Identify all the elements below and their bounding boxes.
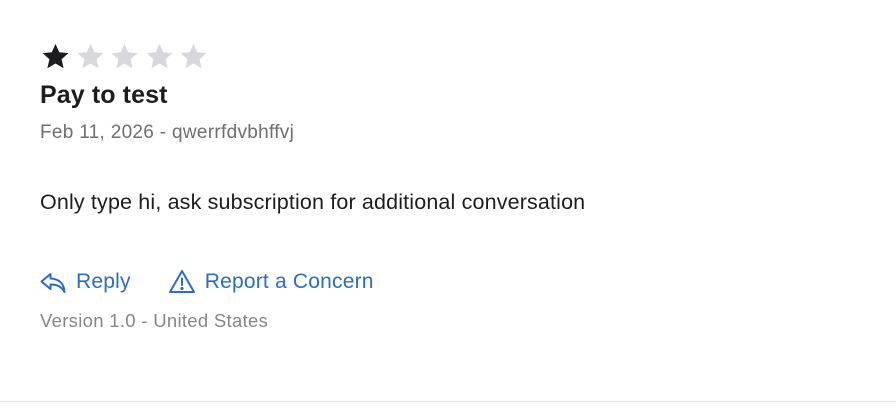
review-meta: Feb 11, 2026 - qwerrfdvbhffvj bbox=[40, 122, 294, 144]
meta-separator: - bbox=[159, 122, 167, 143]
review-author: qwerrfdvbhffvj bbox=[172, 122, 295, 143]
reply-label: Reply bbox=[76, 270, 131, 293]
star-empty-icon bbox=[178, 41, 209, 72]
star-rating bbox=[40, 40, 213, 72]
star-empty-icon bbox=[75, 41, 106, 72]
review-card: Pay to test Feb 11, 2026 - qwerrfdvbhffv… bbox=[0, 0, 896, 402]
star-empty-icon bbox=[144, 41, 175, 72]
reply-button[interactable]: Reply bbox=[38, 267, 131, 297]
warning-triangle-icon bbox=[167, 267, 197, 297]
reply-arrow-icon bbox=[38, 267, 68, 297]
star-empty-icon bbox=[109, 41, 140, 72]
report-label: Report a Concern bbox=[204, 270, 374, 293]
version-info: Version 1.0 - United States bbox=[40, 310, 269, 331]
review-date: Feb 11, 2026 bbox=[40, 122, 155, 143]
report-concern-button[interactable]: Report a Concern bbox=[167, 267, 374, 297]
review-body: Only type hi, ask subscription for addit… bbox=[40, 190, 586, 214]
review-actions: Reply Report a Concern bbox=[38, 266, 374, 298]
star-filled-icon bbox=[40, 41, 71, 72]
review-title: Pay to test bbox=[40, 81, 168, 109]
